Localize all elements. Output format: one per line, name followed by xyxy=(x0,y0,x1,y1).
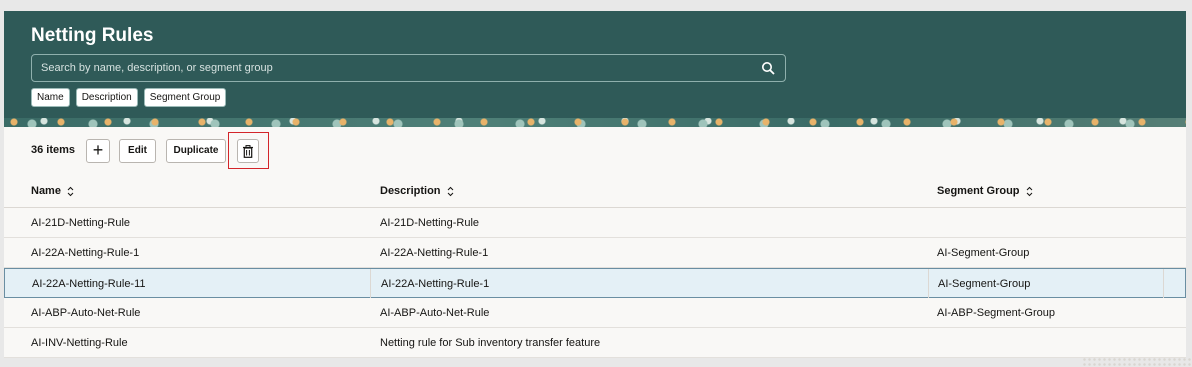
header-banner: Netting Rules Name Description Segment G… xyxy=(4,11,1186,126)
column-header-description[interactable]: Description xyxy=(380,185,454,197)
toolbar: 36 items + Edit Duplicate xyxy=(4,127,1186,175)
cell-segment-group: AI-ABP-Segment-Group xyxy=(937,307,1055,319)
cell-description: AI-21D-Netting-Rule xyxy=(380,217,480,229)
delete-button[interactable] xyxy=(237,139,259,163)
cell-description: AI-22A-Netting-Rule-1 xyxy=(380,247,489,259)
table-header: Name Description Segment Group xyxy=(4,175,1186,208)
table-row[interactable]: AI-ABP-Auto-Net-Rule AI-ABP-Auto-Net-Rul… xyxy=(4,298,1186,328)
chip-segment-group[interactable]: Segment Group xyxy=(143,88,227,107)
decorative-pattern xyxy=(4,118,1186,127)
table-row[interactable]: AI-22A-Netting-Rule-1 AI-22A-Netting-Rul… xyxy=(4,238,1186,268)
edit-button[interactable]: Edit xyxy=(119,139,156,163)
chip-name[interactable]: Name xyxy=(31,88,70,107)
sort-icon xyxy=(447,186,453,196)
search-box[interactable] xyxy=(31,54,786,82)
add-button[interactable]: + xyxy=(86,139,110,163)
table-row[interactable]: AI-21D-Netting-Rule AI-21D-Netting-Rule xyxy=(4,208,1186,238)
cell-description: AI-22A-Netting-Rule-1 xyxy=(381,278,490,290)
cell-name: AI-22A-Netting-Rule-1 xyxy=(31,247,140,259)
cell-name: AI-22A-Netting-Rule-11 xyxy=(32,278,146,290)
cell-divider xyxy=(1163,269,1164,298)
filter-chips: Name Description Segment Group xyxy=(31,88,227,107)
cell-name: AI-INV-Netting-Rule xyxy=(31,337,128,349)
cell-name: AI-ABP-Auto-Net-Rule xyxy=(31,307,141,319)
cell-segment-group: AI-Segment-Group xyxy=(938,278,1031,290)
table-row[interactable]: AI-INV-Netting-Rule Netting rule for Sub… xyxy=(4,328,1186,358)
table-row-selected[interactable]: AI-22A-Netting-Rule-11 AI-22A-Netting-Ru… xyxy=(4,268,1186,298)
cell-divider xyxy=(928,269,929,298)
plus-icon: + xyxy=(92,140,104,160)
cell-description: Netting rule for Sub inventory transfer … xyxy=(380,337,601,349)
item-count: 36 items xyxy=(31,144,76,156)
cell-name: AI-21D-Netting-Rule xyxy=(31,217,131,229)
column-header-segment-group[interactable]: Segment Group xyxy=(937,185,1033,197)
sort-icon xyxy=(67,186,74,196)
duplicate-button[interactable]: Duplicate xyxy=(166,139,226,163)
cell-segment-group: AI-Segment-Group xyxy=(937,247,1030,259)
cell-description: AI-ABP-Auto-Net-Rule xyxy=(380,307,490,319)
page-title: Netting Rules xyxy=(31,25,154,46)
cell-divider xyxy=(370,269,371,298)
column-header-name[interactable]: Name xyxy=(31,185,74,197)
netting-rules-table: Name Description Segment Group AI-21D-Ne… xyxy=(4,175,1186,358)
search-input[interactable] xyxy=(41,55,741,81)
search-icon[interactable] xyxy=(761,61,775,75)
decorative-dots xyxy=(1082,357,1192,367)
trash-icon xyxy=(243,145,253,158)
chip-description[interactable]: Description xyxy=(75,88,138,107)
app-frame: Netting Rules Name Description Segment G… xyxy=(4,11,1186,358)
sort-icon xyxy=(1026,186,1032,196)
